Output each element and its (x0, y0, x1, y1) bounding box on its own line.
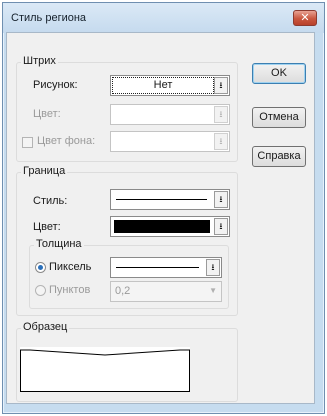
border-style-dropdown[interactable]: ⭳ (110, 189, 230, 210)
line-width-sample (116, 267, 199, 268)
thickness-group-label: Толщина (34, 238, 84, 250)
points-input[interactable]: 0,2 ▼ (110, 281, 222, 302)
preview-shape (20, 349, 190, 392)
points-label: Пунктов (49, 284, 91, 296)
points-value: 0,2 (115, 285, 131, 297)
chevron-down-icon: ▼ (209, 286, 217, 295)
dialog-title: Стиль региона (11, 12, 87, 24)
dropdown-arrow-icon: ⭳ (206, 259, 220, 276)
stroke-color-dropdown[interactable]: ⭳ (110, 104, 230, 125)
line-style-sample (116, 199, 207, 200)
border-color-swatch (114, 220, 210, 233)
stroke-color-label: Цвет: (33, 108, 61, 120)
help-button[interactable]: Справка (252, 146, 306, 167)
points-radio[interactable] (35, 285, 46, 296)
ok-button[interactable]: OK (252, 63, 306, 84)
dropdown-arrow-icon: ⭳ (214, 191, 228, 208)
bgcolor-checkbox[interactable] (22, 137, 33, 148)
pixels-label: Пиксель (49, 261, 92, 273)
border-group-label: Граница (21, 165, 68, 177)
pixels-radio[interactable] (35, 262, 46, 273)
pattern-dropdown[interactable]: Нет ⭳ (110, 75, 230, 96)
pattern-label: Рисунок: (33, 79, 78, 91)
dropdown-arrow-icon: ⭳ (214, 106, 228, 123)
close-icon: ✕ (300, 12, 310, 24)
cancel-button[interactable]: Отмена (252, 107, 306, 128)
pixel-width-dropdown[interactable]: ⭳ (110, 257, 222, 278)
border-style-label: Стиль: (33, 195, 68, 207)
title-bar: Стиль региона ✕ (3, 3, 324, 33)
region-style-preview (20, 347, 190, 392)
sample-group-label: Образец (21, 321, 70, 333)
dropdown-arrow-icon: ⭳ (214, 218, 228, 235)
close-button[interactable]: ✕ (293, 10, 317, 26)
border-color-dropdown[interactable]: ⭳ (110, 216, 230, 237)
border-color-label: Цвет: (33, 221, 61, 233)
dropdown-arrow-icon: ⭳ (214, 133, 228, 150)
pattern-value: Нет (112, 77, 214, 94)
stroke-group-label: Штрих (21, 55, 58, 67)
bgcolor-label: Цвет фона: (37, 135, 96, 147)
dropdown-arrow-icon: ⭳ (214, 77, 228, 94)
bgcolor-dropdown[interactable]: ⭳ (110, 131, 230, 152)
